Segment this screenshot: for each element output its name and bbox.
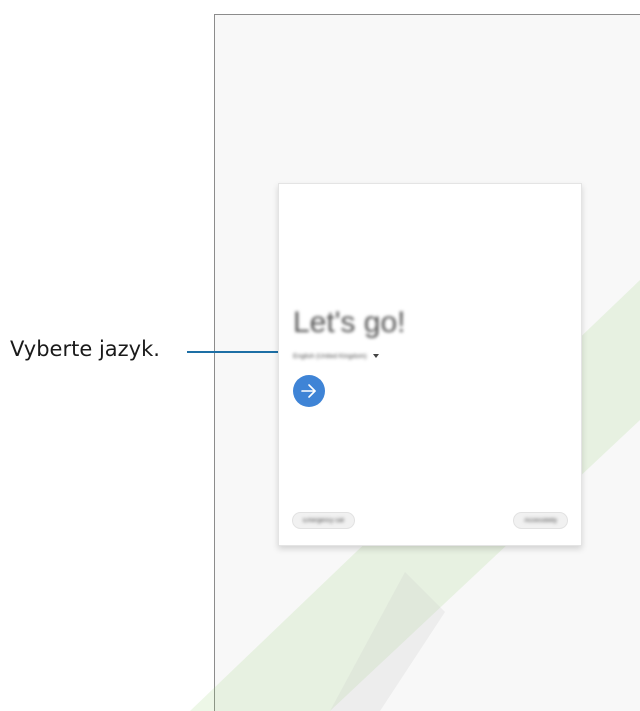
welcome-screen: Let's go! English (United Kingdom) Emerg… <box>278 183 582 546</box>
accessibility-button[interactable]: Accessibility <box>513 512 568 529</box>
caret-down-icon <box>372 354 379 358</box>
welcome-title: Let's go! <box>293 306 406 339</box>
manual-page: Vyberte jazyk. Let's go! English (United… <box>0 0 640 711</box>
emergency-call-button[interactable]: Emergency call <box>292 512 356 529</box>
accessibility-label: Accessibility <box>524 517 557 524</box>
emergency-call-label: Emergency call <box>303 517 345 524</box>
language-dropdown[interactable]: English (United Kingdom) <box>293 349 379 363</box>
select-language-callout-label: Vyberte jazyk. <box>10 337 160 361</box>
callout-leader-line <box>187 351 285 353</box>
next-button[interactable] <box>293 375 325 407</box>
language-value: English (United Kingdom) <box>293 352 367 360</box>
arrow-right-icon <box>301 384 316 398</box>
